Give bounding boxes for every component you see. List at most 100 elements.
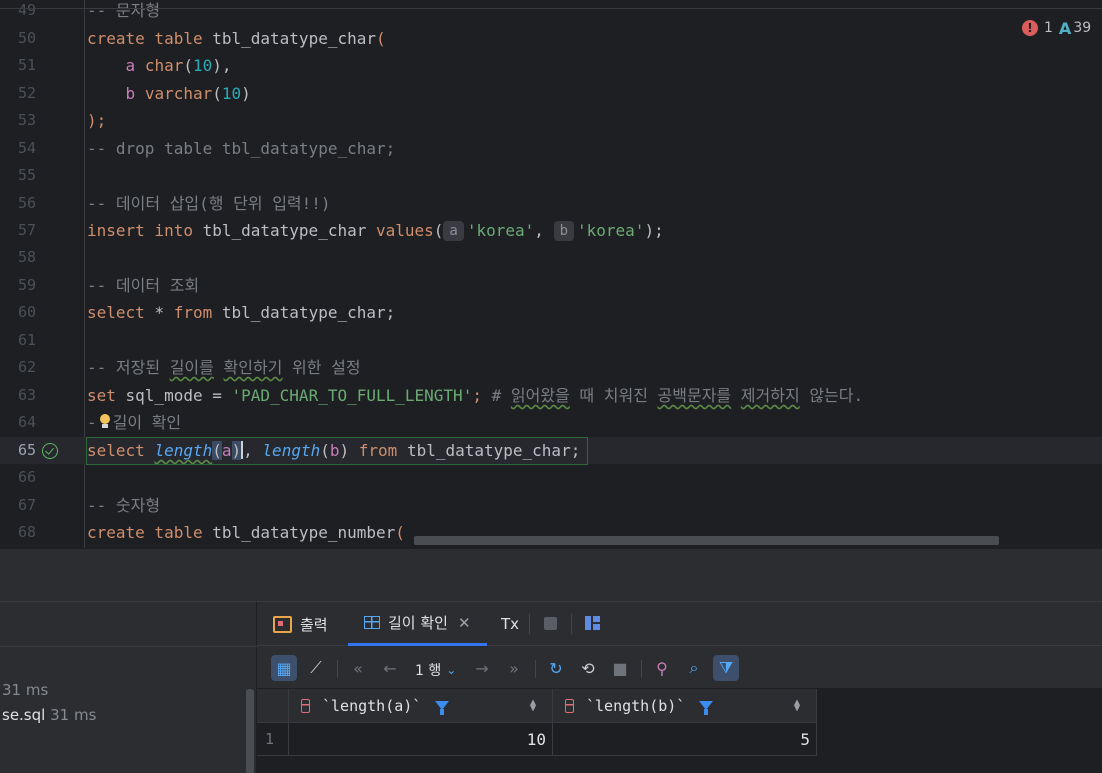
code-line[interactable]: 54 -- drop table tbl_datatype_char; (0, 135, 1102, 162)
code-line[interactable]: 58 (0, 244, 1102, 271)
line-number: 59 (17, 276, 36, 294)
table-cell[interactable]: 5 (553, 723, 817, 756)
rows-selector[interactable]: 1 행 ⌄ (415, 660, 456, 680)
column-icon (565, 698, 574, 713)
line-number: 66 (17, 468, 36, 486)
param-hint-b: b (553, 221, 574, 241)
code-line[interactable]: 51 a char(10), (0, 52, 1102, 79)
editor-top-border (0, 0, 1102, 9)
code-line[interactable]: 55 (0, 162, 1102, 189)
first-page-button[interactable]: « (345, 655, 371, 681)
typo-icon: A (1058, 18, 1072, 38)
typo-count: 39 (1073, 20, 1092, 36)
history-button[interactable]: ⟲ (575, 655, 601, 681)
column-header-length-a[interactable]: `length(a)` ▲ ▼ (289, 689, 553, 723)
code-line[interactable]: 61 (0, 327, 1102, 354)
code-text: create table tbl_datatype_number( (87, 523, 405, 542)
grid-header: `length(a)` ▲ ▼ `length(b)` ▲ ▼ (257, 689, 817, 723)
row-number: 1 (257, 723, 289, 756)
line-number: 62 (17, 358, 36, 376)
execution-success-icon (42, 443, 58, 459)
line-number: 56 (17, 194, 36, 212)
output-icon (273, 615, 292, 633)
tab-length-check[interactable]: 길이 확인 ✕ (348, 602, 487, 646)
code-line[interactable]: 59 -- 데이터 조회 (0, 272, 1102, 299)
refresh-button[interactable]: ↻ (543, 655, 569, 681)
cancel-button[interactable]: ■ (607, 655, 633, 681)
param-hint-a: a (443, 221, 464, 241)
line-number: 53 (17, 111, 36, 129)
line-number: 51 (17, 56, 36, 74)
separator (571, 614, 572, 634)
tab-tx[interactable]: Tx (501, 602, 519, 646)
code-line[interactable]: 66 (0, 464, 1102, 491)
results-grid: `length(a)` ▲ ▼ `length(b)` ▲ ▼ 1 10 5 (257, 689, 1102, 773)
layout-icon[interactable] (585, 616, 600, 630)
code-text: create table tbl_datatype_char( (87, 29, 386, 48)
code-line[interactable]: 52 b varchar(10) (0, 80, 1102, 107)
next-page-button[interactable]: → (469, 655, 495, 681)
code-editor[interactable]: 49 -- 문자형 50 create table tbl_datatype_c… (0, 0, 1102, 548)
separator (529, 614, 530, 634)
stop-icon[interactable] (544, 617, 557, 630)
panel-splitter-area (0, 548, 1102, 601)
duration-label: 31 ms (2, 681, 49, 699)
table-cell[interactable]: 10 (289, 723, 553, 756)
close-tab-icon[interactable]: ✕ (458, 614, 471, 632)
code-line[interactable]: 57 insert into tbl_datatype_char values(… (0, 217, 1102, 244)
code-line[interactable]: 62 -- 저장된 길이를 확인하기 위한 설정 (0, 354, 1102, 381)
separator (535, 660, 536, 678)
list-item[interactable]: se.sql 31 ms (2, 704, 96, 726)
code-text: -- 저장된 길이를 확인하기 위한 설정 (87, 358, 361, 377)
last-page-button[interactable]: » (501, 655, 527, 681)
chevron-down-icon: ⌄ (446, 663, 457, 677)
vertical-scrollbar[interactable] (246, 689, 254, 773)
lightbulb-icon[interactable] (97, 412, 113, 430)
line-number: 60 (17, 303, 36, 321)
code-text: -- drop table tbl_datatype_char; (87, 139, 396, 158)
code-line[interactable]: 60 select * from tbl_datatype_char; (0, 299, 1102, 326)
list-item[interactable]: 31 ms (2, 679, 48, 701)
line-number: 64 (17, 413, 36, 431)
line-number: 55 (17, 166, 36, 184)
line-number: 65 (17, 441, 36, 459)
code-line[interactable]: 53 ); (0, 107, 1102, 134)
line-number: 61 (17, 331, 36, 349)
filter-icon[interactable] (699, 701, 714, 715)
previous-page-button[interactable]: ← (377, 655, 403, 681)
line-number: 54 (17, 139, 36, 157)
code-text: - 길이 확인 (87, 412, 182, 432)
line-number: 67 (17, 496, 36, 514)
inspection-widget[interactable]: ! 1 A 39 (1022, 18, 1091, 38)
code-text: -- 데이터 조회 (87, 276, 200, 295)
search-icon[interactable]: ⌕ (681, 655, 707, 681)
executed-statement-highlight (86, 437, 588, 465)
filter-icon[interactable] (435, 701, 450, 715)
table-view-button[interactable]: ▦ (271, 655, 297, 681)
code-text: b varchar(10) (125, 84, 251, 103)
separator (641, 660, 642, 678)
grid-corner[interactable] (257, 689, 289, 723)
horizontal-scrollbar[interactable] (414, 536, 999, 545)
code-line[interactable]: 56 -- 데이터 삽입(행 단위 입력!!) (0, 190, 1102, 217)
code-line[interactable]: 50 create table tbl_datatype_char( (0, 25, 1102, 52)
code-line[interactable]: 63 set sql_mode = 'PAD_CHAR_TO_FULL_LENG… (0, 382, 1102, 409)
column-header-length-b[interactable]: `length(b)` ▲ ▼ (553, 689, 817, 723)
results-panel: 출력 길이 확인 ✕ Tx ▦ ⟋ « ← 1 행 ⌄ → » ↻ ⟲ ■ ⚲ … (257, 601, 1102, 773)
chart-view-button[interactable]: ⟋ (303, 655, 329, 681)
code-text: ); (87, 111, 107, 130)
sort-icon[interactable]: ▲ ▼ (794, 697, 800, 713)
sort-icon[interactable]: ▲ ▼ (530, 697, 536, 713)
line-number: 68 (17, 523, 36, 541)
tab-output[interactable]: 출력 (273, 602, 328, 646)
results-toolbar: ▦ ⟋ « ← 1 행 ⌄ → » ↻ ⟲ ■ ⚲ ⌕ ⧩ (257, 647, 1102, 689)
line-number: 52 (17, 84, 36, 102)
filter-panel-button[interactable]: ⧩ (713, 655, 739, 681)
pin-icon[interactable]: ⚲ (649, 655, 675, 681)
code-line[interactable]: 64 - 길이 확인 (0, 409, 1102, 436)
code-line[interactable]: 67 -- 숫자형 (0, 492, 1102, 519)
code-text: -- 숫자형 (87, 496, 161, 515)
code-text: set sql_mode = 'PAD_CHAR_TO_FULL_LENGTH'… (87, 386, 864, 405)
separator (337, 660, 338, 678)
code-text: a char(10), (125, 56, 232, 75)
